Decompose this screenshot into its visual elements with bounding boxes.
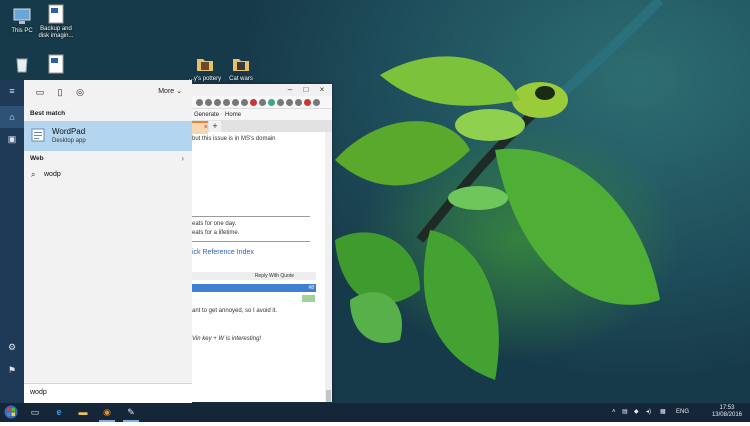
divider bbox=[192, 216, 310, 217]
keyboard-icon[interactable]: ▦ bbox=[660, 403, 666, 422]
signature-line: eats for one day. bbox=[192, 221, 237, 227]
extension-icon[interactable] bbox=[286, 98, 293, 106]
input-language[interactable]: ENG bbox=[676, 403, 689, 422]
task-view-icon[interactable]: ▭ bbox=[24, 403, 46, 422]
bookmark-home[interactable]: Home bbox=[225, 112, 241, 118]
extension-icon[interactable] bbox=[214, 98, 221, 106]
bookmark-generate[interactable]: Generate bbox=[194, 112, 219, 118]
apps-filter-icon[interactable]: ▭ bbox=[34, 86, 46, 98]
search-icon: ⌕ bbox=[31, 170, 36, 179]
extension-icon[interactable] bbox=[232, 98, 239, 106]
web-suggestion-item[interactable]: ⌕ wodp bbox=[24, 169, 192, 183]
documents-filter-icon[interactable]: ▯ bbox=[54, 86, 66, 98]
scrollbar-thumb[interactable] bbox=[326, 390, 331, 402]
tab-strip: × + bbox=[192, 120, 332, 134]
best-match-wordpad[interactable]: WordPad Desktop app bbox=[24, 121, 192, 151]
document-icon bbox=[46, 54, 66, 74]
post-actions-bar: Reply With Quote bbox=[192, 272, 316, 280]
shield-icon[interactable]: ◆ bbox=[634, 403, 639, 422]
extension-icon[interactable] bbox=[241, 98, 248, 106]
document-icon bbox=[46, 4, 66, 24]
extension-icon[interactable] bbox=[205, 98, 212, 106]
post-text: but this issue is in MS's domain bbox=[192, 136, 276, 142]
firefox-icon[interactable]: ◉ bbox=[96, 403, 118, 422]
hamburger-menu-icon[interactable]: ≡ bbox=[0, 80, 24, 102]
file-explorer-icon[interactable]: ▬ bbox=[72, 403, 94, 422]
more-label: More bbox=[158, 88, 175, 95]
folder-icon bbox=[231, 54, 251, 74]
computer-icon bbox=[12, 6, 32, 26]
start-button[interactable] bbox=[0, 403, 22, 422]
browser-window[interactable]: – □ × Generate Home × + but this issue i… bbox=[192, 84, 332, 402]
desktop-icon-label: ...y's pottery bbox=[188, 76, 222, 82]
page-content: but this issue is in MS's domain eats fo… bbox=[192, 132, 325, 402]
recycle-bin-icon bbox=[12, 54, 32, 74]
best-match-heading: Best match bbox=[30, 110, 66, 117]
extension-icon[interactable] bbox=[250, 98, 257, 106]
web-suggestion-text: wodp bbox=[44, 171, 61, 178]
minimize-icon[interactable]: – bbox=[284, 85, 296, 95]
bookmarks-bar: Generate Home bbox=[192, 109, 332, 120]
settings-gear-icon[interactable]: ⚙ bbox=[0, 336, 24, 358]
signature-line: eats for a lifetime. bbox=[192, 230, 240, 236]
show-hidden-icons-icon[interactable]: ˄ bbox=[612, 403, 616, 422]
browser-toolbar bbox=[192, 96, 332, 109]
feedback-icon[interactable]: ⚑ bbox=[0, 359, 24, 381]
desktop-icon-label: Cat wars bbox=[229, 76, 253, 82]
volume-icon[interactable]: ◂) bbox=[646, 403, 651, 422]
scrollbar[interactable] bbox=[325, 132, 332, 402]
post-text: Vin key + W is interesting! bbox=[192, 336, 262, 342]
desktop-icon-cat-wars[interactable]: Cat wars bbox=[219, 54, 263, 83]
notebook-icon[interactable]: ▣ bbox=[0, 128, 24, 150]
home-icon[interactable]: ⌂ bbox=[0, 106, 24, 128]
extension-icon[interactable] bbox=[304, 98, 311, 106]
search-results-panel: ▭ ▯ ◎ More ⌄ Best match WordPad Desktop … bbox=[24, 80, 192, 403]
desktop-icon-backup[interactable]: Backup and disk imagin... bbox=[34, 4, 78, 40]
extension-icon[interactable] bbox=[268, 98, 275, 106]
start-menu-rail: ≡ ⌂ ▣ ⚙ ⚑ bbox=[0, 80, 24, 403]
extension-icon[interactable] bbox=[259, 98, 266, 106]
clock-time: 17:53 bbox=[719, 405, 735, 411]
wordpad-taskbar-icon[interactable]: ✎ bbox=[120, 403, 142, 422]
web-heading: Web bbox=[30, 155, 44, 162]
web-filter-icon[interactable]: ◎ bbox=[74, 86, 86, 98]
status-badge bbox=[302, 295, 315, 302]
reply-with-quote-button[interactable]: Reply With Quote bbox=[255, 272, 294, 280]
wordpad-icon bbox=[31, 128, 45, 142]
post-header: #8 bbox=[192, 284, 316, 292]
folder-icon bbox=[195, 54, 215, 74]
search-input-value: wodp bbox=[30, 389, 47, 396]
divider bbox=[192, 241, 310, 242]
extension-icon[interactable] bbox=[196, 98, 203, 106]
extension-icon[interactable] bbox=[295, 98, 302, 106]
best-match-subtitle: Desktop app bbox=[52, 138, 86, 144]
desktop-icon-label: Backup and disk imagin... bbox=[38, 26, 74, 39]
tab-close-icon[interactable]: × bbox=[204, 124, 208, 131]
maximize-icon[interactable]: □ bbox=[300, 85, 312, 95]
post-text: ant to get annoyed, so I avoid it. bbox=[192, 308, 278, 314]
chevron-down-icon: ⌄ bbox=[176, 88, 182, 95]
search-input[interactable]: wodp bbox=[24, 383, 192, 404]
new-tab-button[interactable]: + bbox=[209, 121, 221, 132]
system-clock[interactable]: 17:53 13/08/2016 bbox=[712, 405, 742, 419]
clock-date: 13/08/2016 bbox=[711, 412, 742, 418]
extension-icon[interactable] bbox=[223, 98, 230, 106]
more-filters-button[interactable]: More ⌄ bbox=[158, 87, 182, 95]
edge-browser-icon[interactable]: e bbox=[48, 403, 70, 422]
desktop-icon-label: This PC bbox=[11, 28, 33, 34]
network-icon[interactable]: ▤ bbox=[622, 403, 628, 422]
close-icon[interactable]: × bbox=[316, 85, 328, 95]
browser-titlebar[interactable]: – □ × bbox=[192, 84, 332, 96]
search-filter-row: ▭ ▯ ◎ More ⌄ bbox=[24, 80, 192, 104]
windows-logo-icon bbox=[4, 405, 18, 419]
desktop-icon-document[interactable] bbox=[34, 54, 78, 76]
reference-link[interactable]: ick Reference Index bbox=[192, 249, 254, 256]
taskbar: ▭ e ▬ ◉ ✎ ˄ ▤ ◆ ◂) ▦ ENG 17:53 13/08/201… bbox=[0, 403, 750, 422]
best-match-name: WordPad bbox=[52, 127, 86, 136]
extension-icon[interactable] bbox=[277, 98, 284, 106]
extension-icon[interactable] bbox=[313, 98, 320, 106]
chevron-right-icon[interactable]: › bbox=[181, 154, 184, 163]
